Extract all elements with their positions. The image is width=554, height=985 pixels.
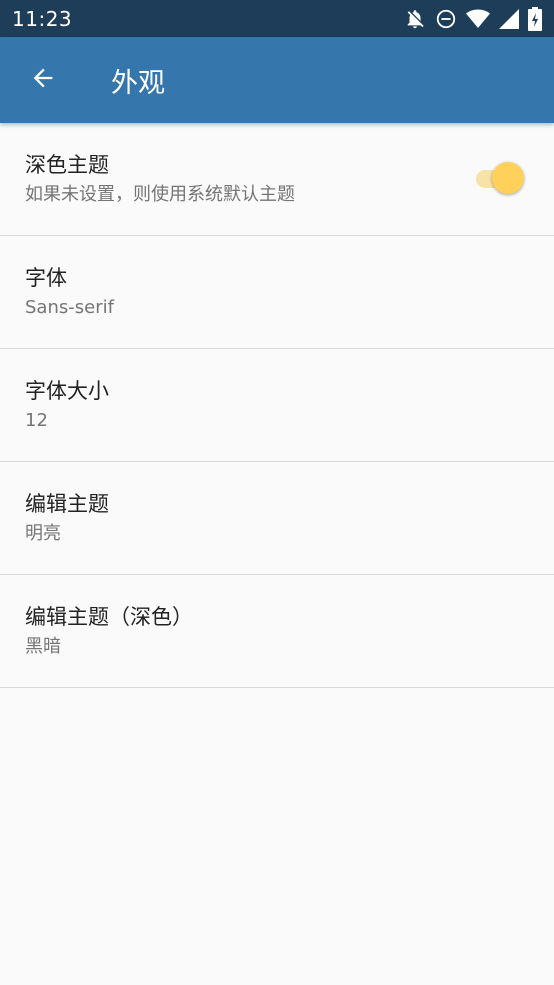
setting-summary: 12 bbox=[25, 410, 48, 431]
status-icons bbox=[404, 6, 542, 31]
status-bar: 11:23 bbox=[0, 0, 554, 37]
back-button[interactable] bbox=[13, 50, 73, 110]
setting-title: 深色主题 bbox=[25, 153, 109, 177]
setting-dark-theme[interactable]: 深色主题 如果未设置，则使用系统默认主题 bbox=[0, 123, 554, 236]
notifications-off-icon bbox=[404, 8, 426, 30]
battery-charging-icon bbox=[528, 6, 542, 31]
switch-thumb bbox=[492, 162, 524, 194]
do-not-disturb-icon bbox=[435, 8, 457, 30]
setting-summary: 明亮 bbox=[25, 523, 61, 544]
setting-title: 字体 bbox=[25, 266, 67, 290]
setting-title: 编辑主题 bbox=[25, 492, 109, 516]
setting-title: 字体大小 bbox=[25, 379, 109, 403]
wifi-icon bbox=[466, 9, 490, 29]
page-title: 外观 bbox=[111, 67, 165, 99]
setting-editor-theme[interactable]: 编辑主题 明亮 bbox=[0, 462, 554, 575]
setting-editor-theme-dark[interactable]: 编辑主题（深色） 黑暗 bbox=[0, 575, 554, 688]
settings-list: 深色主题 如果未设置，则使用系统默认主题 字体 Sans-serif 字体大小 … bbox=[0, 123, 554, 688]
signal-icon bbox=[499, 8, 519, 29]
setting-summary: 黑暗 bbox=[25, 636, 61, 657]
setting-title: 编辑主题（深色） bbox=[25, 605, 193, 629]
setting-summary: 如果未设置，则使用系统默认主题 bbox=[25, 184, 295, 205]
setting-font[interactable]: 字体 Sans-serif bbox=[0, 236, 554, 349]
dark-theme-switch[interactable] bbox=[476, 161, 524, 197]
arrow-back-icon bbox=[29, 64, 57, 96]
setting-summary: Sans-serif bbox=[25, 297, 114, 318]
status-time: 11:23 bbox=[12, 6, 73, 31]
setting-font-size[interactable]: 字体大小 12 bbox=[0, 349, 554, 462]
app-bar: 外观 bbox=[0, 37, 554, 123]
